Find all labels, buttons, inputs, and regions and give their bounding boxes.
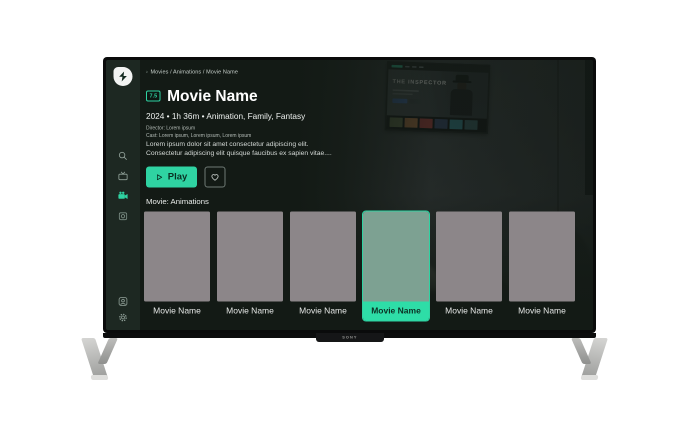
description-line: Lorem ipsum dolor sit amet consectetur a… bbox=[146, 140, 332, 149]
breadcrumb-chevron-icon: › bbox=[146, 69, 148, 75]
tv-mockup: THE INSPECTOR bbox=[103, 57, 596, 333]
search-icon[interactable] bbox=[118, 151, 129, 162]
director-line: Director: Lorem ipsum bbox=[146, 126, 195, 132]
tv-leg-left-pad bbox=[91, 375, 109, 380]
movie-card[interactable]: Movie Name bbox=[509, 212, 575, 321]
main-content: ›Movies / Animations / Movie Name 7.5 Mo… bbox=[106, 60, 593, 330]
heart-icon bbox=[210, 172, 220, 182]
breadcrumb[interactable]: ›Movies / Animations / Movie Name bbox=[146, 69, 238, 75]
movie-poster bbox=[509, 212, 575, 302]
play-icon bbox=[156, 173, 164, 181]
movie-card-label: Movie Name bbox=[436, 302, 502, 321]
movie-card[interactable]: Movie Name bbox=[217, 212, 283, 321]
movie-poster bbox=[217, 212, 283, 302]
movie-card-label: Movie Name bbox=[217, 302, 283, 321]
camera-icon[interactable] bbox=[118, 211, 129, 222]
title-row: 7.5 Movie Name bbox=[146, 87, 258, 105]
logo-bolt-icon bbox=[118, 71, 129, 82]
movie-card[interactable]: Movie Name bbox=[290, 212, 356, 321]
action-buttons: Play bbox=[146, 167, 226, 188]
movies-camcorder-icon[interactable] bbox=[118, 191, 129, 202]
movie-poster bbox=[144, 212, 210, 302]
favorite-button[interactable] bbox=[205, 167, 226, 188]
description-line: Consectetur adipiscing elit quisque fauc… bbox=[146, 148, 332, 157]
settings-gear-icon[interactable] bbox=[118, 312, 129, 323]
page-title: Movie Name bbox=[167, 87, 257, 105]
tv-brand-plate: SONY bbox=[316, 333, 384, 342]
description: Lorem ipsum dolor sit amet consectetur a… bbox=[146, 140, 332, 158]
play-button[interactable]: Play bbox=[146, 167, 197, 188]
movie-card-label: Movie Name bbox=[144, 302, 210, 321]
cast-line: Cast: Lorem ipsum, Lorem ipsum, Lorem ip… bbox=[146, 133, 251, 139]
sidebar-nav bbox=[118, 151, 129, 222]
app-logo[interactable] bbox=[114, 67, 133, 86]
tv-leg-left-support bbox=[97, 338, 118, 364]
movie-cards-row: Movie Name Movie Name Movie Name Mo bbox=[144, 212, 575, 321]
movie-card-label: Movie Name bbox=[290, 302, 356, 321]
tv-leg-right-pad bbox=[581, 375, 599, 380]
tv-brand: SONY bbox=[342, 336, 357, 340]
movie-card[interactable]: Movie Name bbox=[436, 212, 502, 321]
movie-card-selected[interactable]: Movie Name bbox=[363, 212, 429, 321]
tv-bezel: THE INSPECTOR bbox=[103, 57, 596, 333]
movie-card[interactable]: Movie Name bbox=[144, 212, 210, 321]
play-button-label: Play bbox=[168, 172, 188, 183]
movie-poster bbox=[290, 212, 356, 302]
movie-poster bbox=[363, 212, 429, 302]
sidebar bbox=[106, 60, 140, 330]
movie-card-label: Movie Name bbox=[363, 302, 429, 321]
movie-poster bbox=[436, 212, 502, 302]
row-section-label: Movie: Animations bbox=[146, 198, 209, 207]
movie-card-label: Movie Name bbox=[509, 302, 575, 321]
rating-badge: 7.5 bbox=[146, 91, 161, 102]
tv-icon[interactable] bbox=[118, 171, 129, 182]
profile-icon[interactable] bbox=[118, 296, 129, 307]
tv-screen: THE INSPECTOR bbox=[106, 60, 593, 330]
meta-line: 2024 • 1h 36m • Animation, Family, Fanta… bbox=[146, 112, 305, 122]
sidebar-bottom bbox=[118, 296, 129, 323]
breadcrumb-path: Movies / Animations / Movie Name bbox=[150, 69, 238, 75]
